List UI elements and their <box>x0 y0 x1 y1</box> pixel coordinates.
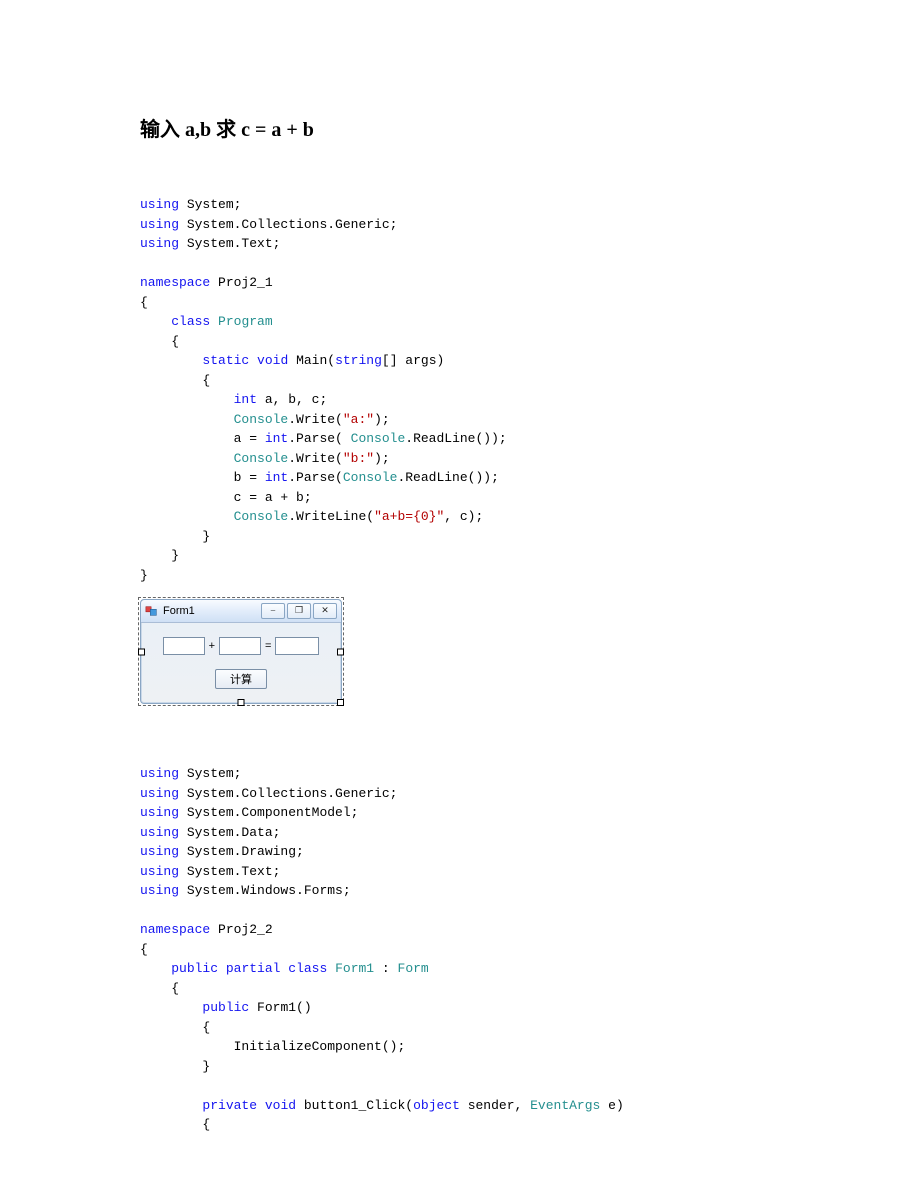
resize-handle[interactable] <box>337 648 344 655</box>
resize-handle[interactable] <box>337 699 344 706</box>
form-client-area: + = 计算 <box>141 623 341 703</box>
form1-window: Form1 ⎯ ❐ ✕ + = 计算 <box>140 599 342 704</box>
input-a[interactable] <box>163 637 205 655</box>
minimize-icon[interactable]: ⎯ <box>261 603 285 619</box>
maximize-icon[interactable]: ❐ <box>287 603 311 619</box>
resize-handle[interactable] <box>238 699 245 706</box>
code-block-1: using System; using System.Collections.G… <box>140 195 780 585</box>
resize-handle[interactable] <box>138 648 145 655</box>
form-designer-mock: Form1 ⎯ ❐ ✕ + = 计算 <box>140 599 350 704</box>
document-page: 输入 a,b 求 c = a + b using System; using S… <box>0 0 920 1195</box>
plus-label: + <box>209 638 215 655</box>
app-icon <box>145 604 159 618</box>
page-title: 输入 a,b 求 c = a + b <box>140 115 780 145</box>
code-block-2: using System; using System.Collections.G… <box>140 764 780 1135</box>
result-box <box>275 637 319 655</box>
calculate-button[interactable]: 计算 <box>215 669 267 689</box>
equals-label: = <box>265 638 271 655</box>
titlebar: Form1 ⎯ ❐ ✕ <box>141 600 341 623</box>
input-b[interactable] <box>219 637 261 655</box>
window-title: Form1 <box>163 603 261 620</box>
close-icon[interactable]: ✕ <box>313 603 337 619</box>
